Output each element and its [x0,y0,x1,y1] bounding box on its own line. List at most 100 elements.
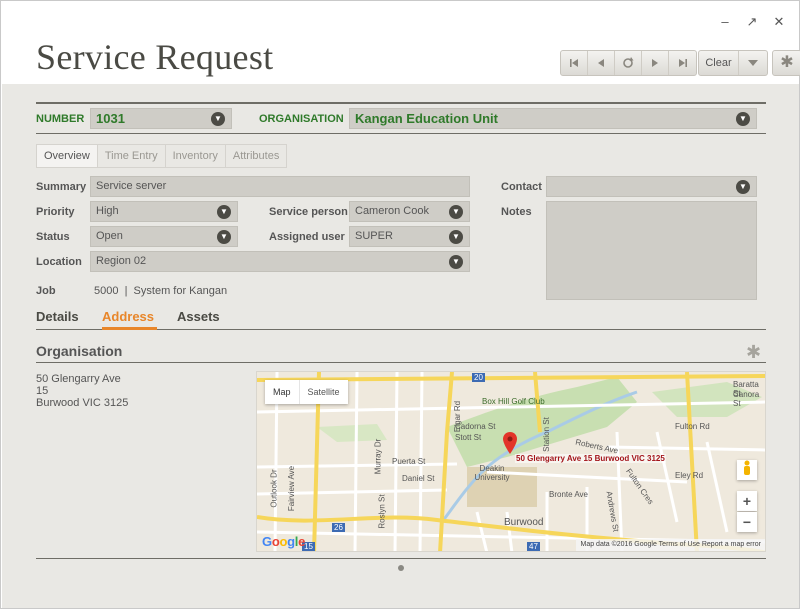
priority-value: High [96,205,119,217]
divider [36,558,766,559]
route-shield: 47 [527,542,540,551]
street-label: Canora St [733,390,760,408]
map-pin-label: 50 Glengarry Ave 15 Burwood VIC 3125 [515,454,666,463]
service-person-value: Cameron Cook [355,205,429,217]
map-pin-icon[interactable] [503,432,517,454]
location-value: Region 02 [96,255,147,267]
tab-inventory[interactable]: Inventory [165,144,226,168]
organisation-field[interactable]: Kangan Education Unit ▼ [349,108,757,129]
chevron-down-icon[interactable]: ▼ [449,255,463,269]
app-window: – ↗ ✕ Service Request Clear ✱ NUMBER 103… [0,0,800,609]
street-label: Fairview Ave [287,465,297,512]
map-type-toggle: Map Satellite [265,380,348,404]
service-person-select[interactable]: Cameron Cook ▼ [349,201,470,222]
map-view[interactable]: Map Satellite Elgar Rd Station St Box Hi… [256,371,766,552]
clear-button[interactable]: Clear [699,51,739,75]
chevron-down-icon[interactable]: ▼ [736,180,750,194]
street-label: Station St [541,417,551,452]
location-select[interactable]: Region 02 ▼ [90,251,470,272]
chevron-down-icon[interactable]: ▼ [217,205,231,219]
job-value[interactable]: 5000 | System for Kangan [94,285,227,297]
priority-label: Priority [36,206,75,218]
contact-select[interactable]: ▼ [546,176,757,197]
notes-label: Notes [501,206,532,218]
pager-dot[interactable] [398,565,404,571]
clear-group: Clear [698,50,768,76]
street-label: Eley Rd [675,471,704,480]
street-label: Daniel St [402,474,435,483]
status-label: Status [36,231,70,243]
organisation-value: Kangan Education Unit [355,111,498,126]
address-line: 50 Glengarry Ave [36,373,121,385]
satellite-mode-button[interactable]: Satellite [298,380,348,404]
service-person-label: Service person [269,206,348,218]
zoom-out-button[interactable]: − [737,512,757,532]
number-field[interactable]: 1031 ▼ [90,108,232,129]
tab-overview[interactable]: Overview [36,144,98,168]
contact-label: Contact [501,181,542,193]
minimize-icon[interactable]: – [716,14,734,29]
divider [36,102,766,104]
divider [36,133,766,134]
close-icon[interactable]: ✕ [770,14,788,30]
clear-dropdown-icon[interactable] [739,51,767,75]
tab-address[interactable]: Address [102,309,154,324]
assigned-user-select[interactable]: SUPER ▼ [349,226,470,247]
notes-field[interactable] [546,201,757,300]
assigned-user-value: SUPER [355,230,393,242]
street-label: Murray Dr [373,438,383,475]
job-label: Job [36,285,56,297]
star-icon[interactable]: ✱ [772,50,800,76]
next-record-icon[interactable] [642,51,669,75]
status-select[interactable]: Open ▼ [90,226,238,247]
summary-label: Summary [36,181,87,193]
last-record-icon[interactable] [669,51,696,75]
chevron-down-icon[interactable]: ▼ [449,230,463,244]
restore-icon[interactable]: ↗ [743,14,761,30]
tab-assets[interactable]: Assets [177,309,220,324]
page-title: Service Request [36,37,274,77]
previous-record-icon[interactable] [588,51,615,75]
active-tab-indicator [102,327,157,330]
chevron-down-icon[interactable]: ▼ [736,112,750,126]
number-label: NUMBER [36,113,85,125]
first-record-icon[interactable] [561,51,588,75]
refresh-icon[interactable] [615,51,642,75]
tab-details[interactable]: Details [36,309,79,324]
address-line: 15 [36,385,49,397]
route-shield: 26 [332,523,345,532]
place-label: Box Hill Golf Club [482,397,545,406]
route-shield: 20 [472,373,485,382]
location-label: Location [36,256,82,268]
zoom-in-button[interactable]: + [737,491,757,511]
chevron-down-icon[interactable]: ▼ [217,230,231,244]
street-label: Puerta St [392,457,426,466]
tab-time-entry[interactable]: Time Entry [97,144,166,168]
google-logo: Google [262,534,306,549]
tab-attributes[interactable]: Attributes [225,144,288,168]
street-label: Cadorna St [455,422,496,431]
header-bar: – ↗ ✕ Service Request Clear ✱ [2,2,800,84]
place-label: Deakin University [474,464,510,482]
priority-select[interactable]: High ▼ [90,201,238,222]
summary-field[interactable]: Service server [90,176,470,197]
divider [36,362,766,363]
subtab-bar: Overview Time Entry Inventory Attributes [36,144,288,168]
chevron-down-icon[interactable]: ▼ [211,112,225,126]
map-mode-button[interactable]: Map [265,380,299,404]
map-attribution[interactable]: Map data ©2016 Google Terms of Use Repor… [576,539,765,551]
section-title: Organisation [36,343,123,359]
chevron-down-icon[interactable]: ▼ [449,205,463,219]
organisation-label: ORGANISATION [259,113,344,125]
street-label: Stott St [455,433,482,442]
star-icon[interactable]: ✱ [746,342,761,363]
street-label: Bronte Ave [549,490,588,499]
street-label: Fulton Rd [675,422,710,431]
street-label: Outlook Dr [269,469,279,508]
place-label: Burwood [504,517,544,528]
number-value: 1031 [96,111,125,126]
street-label: Roslyn St [377,494,387,529]
status-value: Open [96,230,123,242]
record-navigation [560,50,697,76]
street-view-pegman-icon[interactable] [737,460,757,480]
